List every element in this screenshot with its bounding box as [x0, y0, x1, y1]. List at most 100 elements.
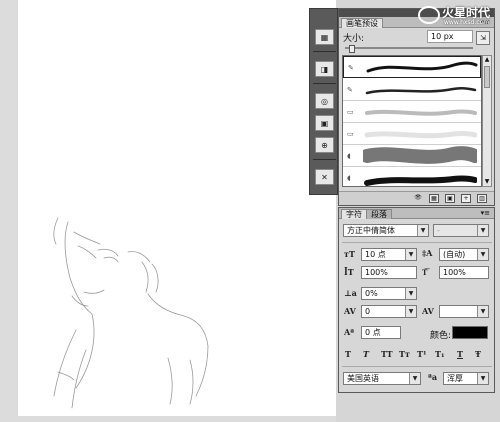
strikethrough-button[interactable]: Ŧ	[475, 349, 481, 359]
color-label: 颜色:	[430, 331, 452, 341]
layers-icon[interactable]: ▣	[315, 115, 334, 131]
brush-tip-icon: ◖	[347, 152, 351, 160]
brush-preset-item[interactable]: ✎	[343, 56, 481, 78]
tab-bar: 字符 段落 ▾≡	[339, 208, 494, 219]
grid-view-icon[interactable]: ▣	[445, 194, 455, 203]
subscript-button[interactable]: T₁	[435, 349, 444, 359]
brush-preset-item[interactable]: ◖	[343, 167, 481, 186]
brush-stroke-preview	[365, 109, 477, 116]
font-family-select[interactable]: 方正中倩简体 ▼	[343, 224, 429, 237]
text-color-swatch[interactable]	[452, 326, 488, 339]
faux-italic-button[interactable]: T	[363, 349, 369, 359]
sketch-artwork	[53, 217, 209, 409]
scroll-down-icon[interactable]: ▼	[483, 178, 491, 186]
clone-source-icon[interactable]: ◨	[315, 61, 334, 77]
small-caps-button[interactable]: Tт	[399, 349, 410, 359]
brush-panel-icon[interactable]: ▦	[429, 194, 439, 203]
tracking-icon: AV	[422, 306, 434, 316]
brush-preset-item[interactable]: ◖	[343, 145, 481, 167]
scroll-up-icon[interactable]: ▲	[483, 56, 491, 64]
vertical-scale-icon: ꟾT	[344, 267, 354, 277]
chevron-down-icon[interactable]: ▼	[477, 373, 488, 384]
font-style-select: - ▼	[433, 224, 489, 237]
watermark-emblem-icon	[418, 6, 440, 24]
font-family-value: 方正中倩简体	[347, 226, 395, 235]
trash-icon[interactable]: ▥	[477, 194, 487, 203]
chevron-down-icon[interactable]: ▼	[405, 249, 416, 260]
brush-preset-item[interactable]: ▭	[343, 123, 481, 145]
language-value: 美国英语	[347, 374, 379, 383]
font-size-value: 10 点	[365, 250, 386, 259]
brush-preset-item[interactable]: ▭	[343, 101, 481, 123]
kerning-icon: AV	[344, 306, 356, 316]
chevron-down-icon[interactable]: ▼	[477, 249, 488, 260]
all-caps-button[interactable]: TT	[381, 349, 393, 359]
brush-stroke-preview	[364, 131, 477, 139]
chevron-down-icon[interactable]: ▼	[409, 373, 420, 384]
font-style-value: -	[437, 226, 440, 235]
antialias-value: 浑厚	[447, 374, 463, 383]
brush-stroke-preview	[366, 61, 478, 73]
divider	[342, 242, 492, 243]
chevron-down-icon[interactable]: ▼	[405, 306, 416, 317]
font-size-select[interactable]: 10 点 ▼	[361, 248, 417, 261]
navigator-icon[interactable]: ◎	[315, 93, 334, 109]
divider	[342, 366, 492, 367]
tab-paragraph[interactable]: 段落	[366, 209, 392, 219]
brush-panel-footer: 👁 ▦ ▣ + ▥	[339, 191, 494, 205]
underline-button[interactable]: T	[457, 349, 463, 359]
kerning-value: 0	[365, 307, 371, 316]
document-canvas[interactable]	[18, 0, 336, 416]
size-slider-track[interactable]	[345, 47, 473, 49]
horizontal-scale-input[interactable]: 100%	[439, 266, 489, 279]
kerning-select[interactable]: 0 ▼	[361, 305, 417, 318]
antialias-select[interactable]: 浑厚 ▼	[443, 372, 489, 385]
vertical-scale-input[interactable]: 100%	[361, 266, 417, 279]
tsume-select[interactable]: 0% ▼	[361, 287, 417, 300]
font-size-icon: ᴛT	[344, 249, 355, 259]
leading-value: (自动)	[443, 250, 466, 259]
brush-tip-icon: ▭	[347, 130, 354, 138]
tracking-select[interactable]: ▼	[439, 305, 489, 318]
baseline-shift-input[interactable]: 0 点	[361, 326, 401, 339]
language-select[interactable]: 美国英语 ▼	[343, 372, 421, 385]
tsume-value: 0%	[365, 289, 378, 298]
reset-size-icon[interactable]: ⇲	[476, 31, 490, 45]
antialias-icon: ªa	[428, 372, 438, 382]
brush-stroke-preview	[365, 86, 477, 95]
brush-list-scrollbar[interactable]: ▲ ▼	[482, 55, 492, 187]
new-preset-icon[interactable]: +	[461, 194, 471, 203]
baseline-shift-icon: Aª	[344, 327, 355, 337]
brush-tip-icon: ◖	[347, 174, 351, 182]
panel-dock: ▦ ◨ ◎ ▣ ⊕ ✕	[309, 8, 338, 195]
size-input[interactable]: 10 px	[427, 30, 473, 43]
leading-select[interactable]: (自动) ▼	[439, 248, 489, 261]
toggle-brush-panel-icon[interactable]: 👁	[413, 194, 423, 203]
scroll-thumb[interactable]	[484, 66, 490, 88]
chevron-down-icon[interactable]: ▼	[477, 306, 488, 317]
faux-bold-button[interactable]: T	[345, 349, 351, 359]
tab-character[interactable]: 字符	[341, 209, 367, 219]
character-panel: 字符 段落 ▾≡ 方正中倩简体 ▼ - ▼ ᴛT 10 点 ▼ ‡A (自动) …	[338, 207, 495, 393]
dock-separator	[313, 83, 336, 84]
leading-icon: ‡A	[422, 248, 433, 258]
brush-preset-item[interactable]: ✎	[343, 79, 481, 101]
history-icon[interactable]: ⊕	[315, 137, 334, 153]
brush-presets-panel: » 画笔预设 ▾≡ 大小: 10 px ⇲ ✎ ✎ ▭ ▭ ◖ ◖ ▲ ▼ 👁 …	[338, 7, 495, 206]
chevron-down-icon[interactable]: ▼	[405, 288, 416, 299]
brush-tip-icon: ✎	[348, 64, 354, 72]
type-style-buttons: T T TT Tт T¹ T₁ T Ŧ	[343, 349, 491, 361]
tsume-icon: ⊥a	[344, 288, 357, 298]
brush-presets-icon[interactable]: ▦	[315, 29, 334, 45]
brush-tip-icon: ▭	[347, 108, 354, 116]
chevron-down-icon: ▼	[477, 225, 488, 236]
brush-stroke-preview	[363, 146, 477, 164]
horizontal-scale-icon: T͞	[422, 267, 428, 277]
tools-icon[interactable]: ✕	[315, 169, 334, 185]
panel-menu-icon[interactable]: ▾≡	[481, 209, 490, 217]
tab-brush-presets[interactable]: 画笔预设	[341, 18, 383, 28]
superscript-button[interactable]: T¹	[417, 349, 426, 359]
size-slider-thumb[interactable]	[349, 45, 355, 53]
brush-list: ✎ ✎ ▭ ▭ ◖ ◖	[342, 55, 482, 187]
chevron-down-icon[interactable]: ▼	[417, 225, 428, 236]
